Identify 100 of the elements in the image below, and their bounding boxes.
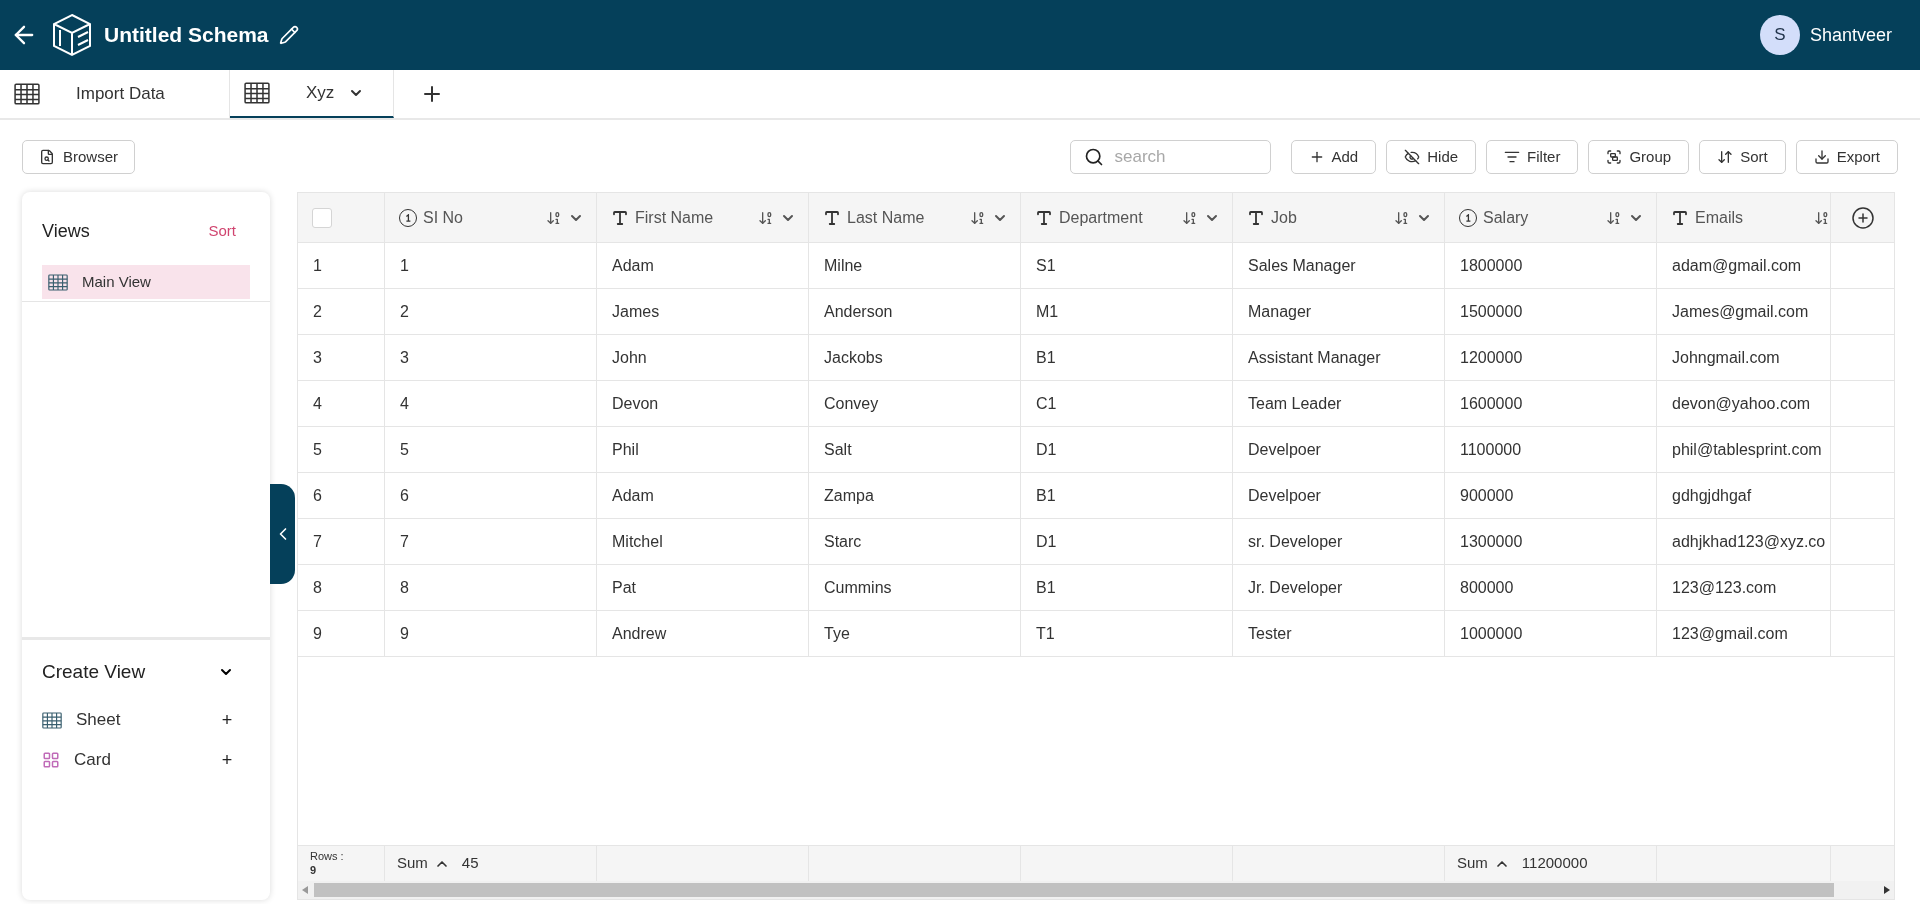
table-cell: Starc [809,519,1021,564]
rows-label: Rows : [310,849,345,864]
user-avatar[interactable]: S [1759,15,1800,55]
edit-button[interactable] [278,25,299,45]
column-header[interactable]: Emails [1657,193,1831,242]
row-number: 5 [298,427,385,472]
table-cell: B1 [1021,473,1233,518]
table-cell: 1500000 [1445,289,1657,334]
sort-icon[interactable] [546,209,562,226]
column-header[interactable]: Last Name [809,193,1021,242]
table-cell: Jr. Developer [1233,565,1445,610]
table-cell: Phil [597,427,809,472]
select-all-checkbox[interactable] [312,207,332,228]
view-type-label: Card [74,749,112,772]
table-cell: Johngmail.com [1657,335,1831,380]
table-cell: 123@gmail.com [1657,611,1831,656]
table-icon [42,711,62,729]
table-cell: adhjkhad123@xyz.co [1657,519,1831,564]
column-header[interactable]: Salary [1445,193,1657,242]
aggregate-button[interactable]: Sum [1457,852,1510,875]
row-number: 3 [298,335,385,380]
column-header[interactable]: SI No [385,193,597,242]
sheet-tab[interactable]: Import Data [0,70,230,118]
table-cell: 900000 [1445,473,1657,518]
document-search-icon [39,149,55,165]
table-cell: Tye [809,611,1021,656]
table-cell: Tester [1233,611,1445,656]
table-cell: T1 [1021,611,1233,656]
column-header[interactable]: Department [1021,193,1233,242]
table-cell: 1300000 [1445,519,1657,564]
row-number: 8 [298,565,385,610]
table-cell: Sales Manager [1233,243,1445,288]
views-sort-link[interactable]: Sort [208,220,236,243]
table-cell: Team Leader [1233,381,1445,426]
table-cell: sr. Developer [1233,519,1445,564]
table-cell: Pat [597,565,809,610]
table-cell: 800000 [1445,565,1657,610]
table-cell: Cummins [809,565,1021,610]
group-icon [1606,149,1623,165]
column-header[interactable]: Job [1233,193,1445,242]
sort-icon[interactable] [758,209,774,226]
cube-logo-icon [52,13,92,57]
text-type-icon [1035,208,1053,227]
column-header[interactable]: First Name [597,193,809,242]
row-number: 6 [298,473,385,518]
table-cell: 1100000 [1445,427,1657,472]
sheet-tab[interactable]: Xyz [230,70,394,118]
table-cell: 2 [385,289,597,334]
row-number: 4 [298,381,385,426]
user-name: Shantveer [1809,23,1892,47]
sort-icon[interactable] [1814,209,1830,226]
table-icon [48,273,68,291]
add-button[interactable]: Add [1290,140,1377,174]
sort-icon[interactable] [1394,209,1410,226]
table-cell: Mitchel [597,519,809,564]
add-view-button[interactable]: + [220,706,234,734]
table-cell: devon@yahoo.com [1657,381,1831,426]
table-cell: adam@gmail.com [1657,243,1831,288]
table-cell: Milne [809,243,1021,288]
table-cell: 7 [385,519,597,564]
table-cell: Adam [597,243,809,288]
schema-title: Untitled Schema [104,22,269,49]
aggregate-button[interactable]: Sum [397,852,450,875]
table-cell: B1 [1021,335,1233,380]
group-button[interactable]: Group [1588,140,1690,174]
sort-icon[interactable] [1606,209,1622,226]
table-cell: D1 [1021,519,1233,564]
filter-button[interactable]: Filter [1486,140,1579,174]
sort-icon[interactable] [1182,209,1198,226]
eye-off-icon [1404,149,1421,165]
aggregate-value: 45 [461,853,479,874]
table-cell: 1000000 [1445,611,1657,656]
add-column-icon[interactable] [1850,205,1875,230]
add-view-button[interactable]: + [220,746,234,774]
cards-icon [42,751,60,769]
download-icon [1813,149,1830,165]
hide-button[interactable]: Hide [1386,140,1477,174]
browser-button[interactable]: Browser [22,140,135,174]
export-button[interactable]: Export [1795,140,1898,174]
horizontal-scrollbar[interactable] [298,881,1894,899]
table-cell: D1 [1021,427,1233,472]
view-item[interactable]: Main View [42,265,250,299]
scroll-right-icon[interactable] [1884,886,1890,894]
table-cell: 5 [385,427,597,472]
table-cell: 1800000 [1445,243,1657,288]
table-cell: 1600000 [1445,381,1657,426]
text-type-icon [611,208,629,227]
table-cell: Manager [1233,289,1445,334]
text-type-icon [823,208,841,227]
sort-icon[interactable] [970,209,986,226]
collapse-panel-handle[interactable] [270,484,295,584]
views-title: Views [42,220,90,243]
table-cell: 6 [385,473,597,518]
table-cell: S1 [1021,243,1233,288]
table-cell: 9 [385,611,597,656]
sort-button[interactable]: Sort [1699,140,1786,174]
table-cell: 123@123.com [1657,565,1831,610]
table-cell: Jackobs [809,335,1021,380]
sort-icon [1717,149,1734,165]
search-field[interactable]: search [1069,140,1271,174]
